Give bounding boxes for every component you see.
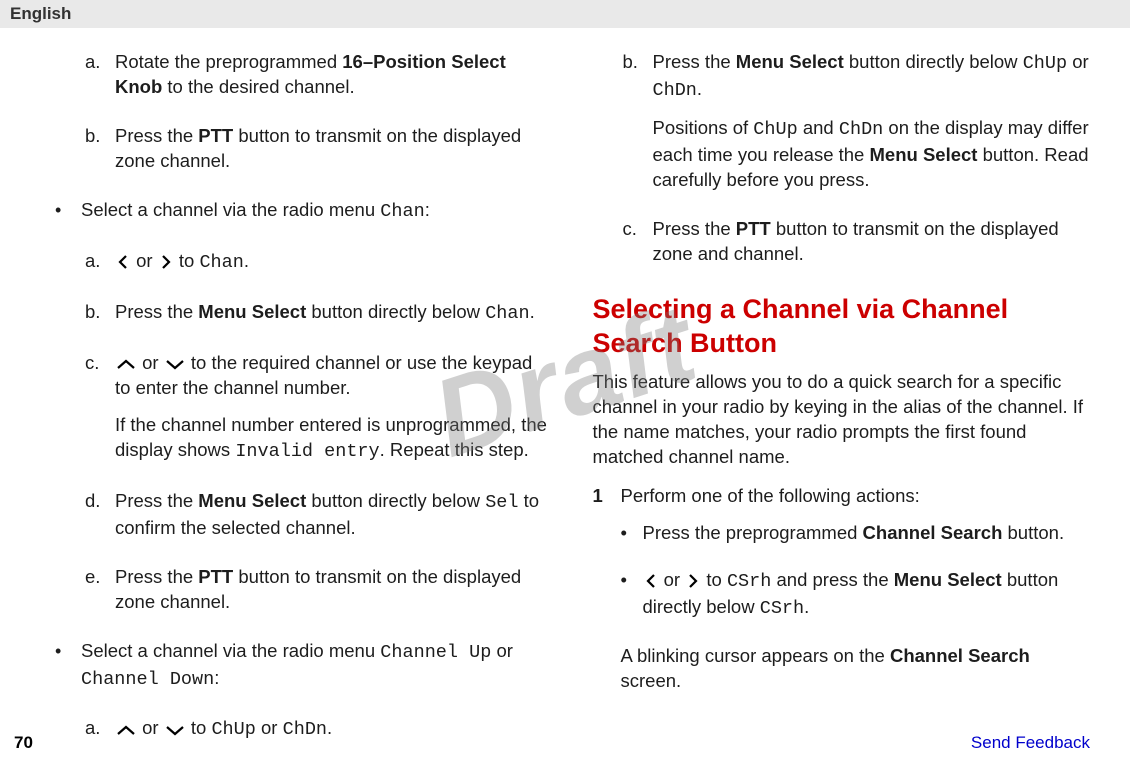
body-text: Select a channel via the radio menu Chan… — [81, 198, 553, 225]
bullet-icon: • — [621, 521, 643, 558]
body-text: A blinking cursor appears on the Channel… — [621, 644, 1091, 694]
list-marker: b. — [85, 300, 115, 339]
list-item: b. Press the Menu Select button directly… — [85, 300, 553, 339]
chevron-right-icon — [158, 250, 174, 271]
left-column: a. Rotate the preprogrammed 16–Position … — [55, 50, 553, 767]
body-text: If the channel number entered is unprogr… — [115, 413, 553, 465]
body-text: Press the PTT button to transmit on the … — [115, 565, 553, 615]
body-text: Perform one of the following actions: — [621, 484, 1091, 509]
chevron-right-icon — [685, 569, 701, 590]
bullet-icon: • — [55, 639, 81, 705]
list-item: a. Rotate the preprogrammed 16–Position … — [85, 50, 553, 112]
list-item: • or to CSrh and press the Menu Select b… — [621, 568, 1091, 634]
body-text: Press the Menu Select button directly be… — [653, 50, 1091, 104]
list-marker: c. — [85, 351, 115, 477]
send-feedback-link[interactable]: Send Feedback — [971, 733, 1090, 753]
list-item: • Select a channel via the radio menu Ch… — [55, 198, 553, 237]
list-item: d. Press the Menu Select button directly… — [85, 489, 553, 553]
body-text: Press the PTT button to transmit on the … — [115, 124, 553, 174]
language-label: English — [10, 4, 71, 24]
chevron-left-icon — [643, 569, 659, 590]
body-text: Select a channel via the radio menu Chan… — [81, 639, 553, 693]
list-marker: b. — [623, 50, 653, 205]
step-number: 1 — [593, 484, 621, 706]
step-item: 1 Perform one of the following actions: … — [593, 484, 1091, 706]
body-text: Press the Menu Select button directly be… — [115, 300, 553, 327]
chevron-up-icon — [115, 352, 137, 373]
body-text: This feature allows you to do a quick se… — [593, 370, 1091, 470]
bullet-icon: • — [55, 198, 81, 237]
body-text: Press the PTT button to transmit on the … — [653, 217, 1091, 267]
body-text: Press the Menu Select button directly be… — [115, 489, 553, 541]
list-item: c. Press the PTT button to transmit on t… — [623, 217, 1091, 279]
list-marker: b. — [85, 124, 115, 186]
list-marker: c. — [623, 217, 653, 279]
list-item: e. Press the PTT button to transmit on t… — [85, 565, 553, 627]
right-column: b. Press the Menu Select button directly… — [593, 50, 1091, 767]
page-number: 70 — [14, 733, 33, 753]
top-banner: English — [0, 0, 1130, 28]
list-item: • Press the preprogrammed Channel Search… — [621, 521, 1091, 558]
chevron-left-icon — [115, 250, 131, 271]
body-text: or to the required channel or use the ke… — [115, 351, 553, 401]
list-marker: e. — [85, 565, 115, 627]
list-marker: a. — [85, 249, 115, 288]
list-item: b. Press the PTT button to transmit on t… — [85, 124, 553, 186]
body-text: or to CSrh and press the Menu Select but… — [643, 568, 1091, 622]
body-text: Positions of ChUp and ChDn on the displa… — [653, 116, 1091, 193]
list-item: a. or to Chan. — [85, 249, 553, 288]
body-text: Press the preprogrammed Channel Search b… — [643, 521, 1065, 546]
body-text: or to Chan. — [115, 249, 553, 276]
page-footer: 70 Send Feedback — [0, 733, 1130, 753]
list-item: • Select a channel via the radio menu Ch… — [55, 639, 553, 705]
bullet-icon: • — [621, 568, 643, 634]
chevron-down-icon — [164, 352, 186, 373]
list-marker: d. — [85, 489, 115, 553]
list-item: c. or to the required channel or use the… — [85, 351, 553, 477]
list-item: b. Press the Menu Select button directly… — [623, 50, 1091, 205]
section-heading: Selecting a Channel via Channel Search B… — [593, 293, 1091, 361]
body-text: Rotate the preprogrammed 16–Position Sel… — [115, 50, 553, 100]
list-marker: a. — [85, 50, 115, 112]
